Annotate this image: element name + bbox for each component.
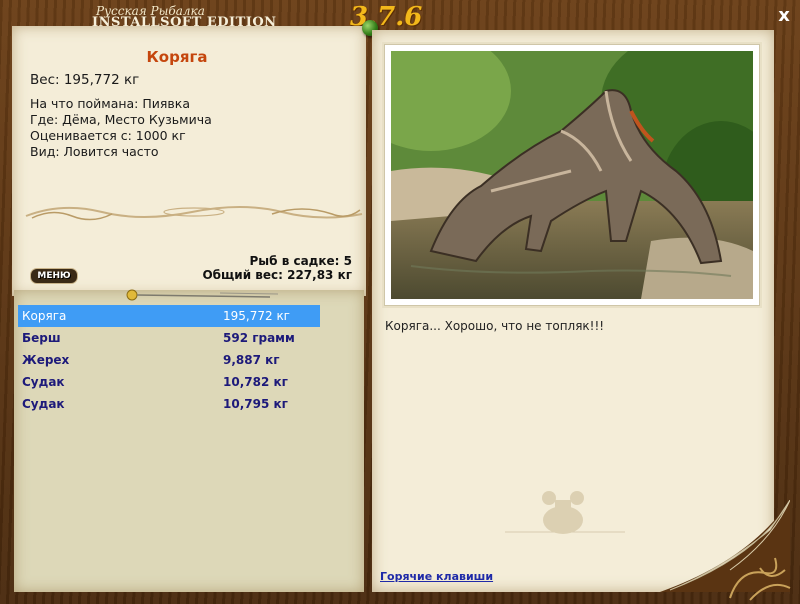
- brass-pin-icon: [126, 289, 279, 301]
- close-icon: x: [778, 5, 790, 26]
- fish-bait: На что поймана: Пиявка: [30, 96, 190, 111]
- hotkeys-link[interactable]: Горячие клавиши: [380, 570, 493, 583]
- list-item[interactable]: Берш 592 грамм: [18, 327, 320, 349]
- list-item-name: Судак: [22, 375, 65, 389]
- list-item-weight: 10,795 кг: [223, 397, 288, 411]
- fish-photo-frame: [384, 44, 760, 306]
- fish-location: Где: Дёма, Место Кузьмича: [30, 112, 212, 127]
- list-item-weight: 195,772 кг: [223, 309, 290, 323]
- fish-kind: Вид: Ловится часто: [30, 144, 159, 159]
- list-item[interactable]: Судак 10,782 кг: [18, 371, 320, 393]
- keepnet-total-weight: Общий вес: 227,83 кг: [202, 268, 352, 282]
- ornament-divider-icon: [25, 206, 363, 221]
- list-item[interactable]: Коряга 195,772 кг: [18, 305, 320, 327]
- catch-list: Коряга 195,772 кг Берш 592 грамм Жерех 9…: [18, 305, 320, 415]
- list-item-name: Берш: [22, 331, 61, 345]
- fish-weight: Вес: 195,772 кг: [30, 72, 140, 88]
- corner-flourish-icon: [729, 557, 791, 601]
- list-item-name: Судак: [22, 397, 65, 411]
- list-item-weight: 9,887 кг: [223, 353, 280, 367]
- list-item[interactable]: Судак 10,795 кг: [18, 393, 320, 415]
- fish-name: Коряга: [146, 48, 208, 66]
- fish-value: Оценивается с: 1000 кг: [30, 128, 186, 143]
- close-button[interactable]: x: [774, 6, 794, 26]
- mascot-silhouette-icon: [505, 491, 625, 534]
- keepnet-count: Рыб в садке: 5: [249, 254, 353, 268]
- list-item[interactable]: Жерех 9,887 кг: [18, 349, 320, 371]
- fish-photo: [391, 51, 753, 299]
- list-item-name: Коряга: [22, 309, 67, 323]
- list-item-name: Жерех: [22, 353, 70, 367]
- list-item-weight: 592 грамм: [223, 331, 295, 345]
- photo-caption: Коряга... Хорошо, что не топляк!!!: [385, 319, 605, 333]
- list-item-weight: 10,782 кг: [223, 375, 288, 389]
- menu-button[interactable]: МЕНЮ: [30, 268, 78, 284]
